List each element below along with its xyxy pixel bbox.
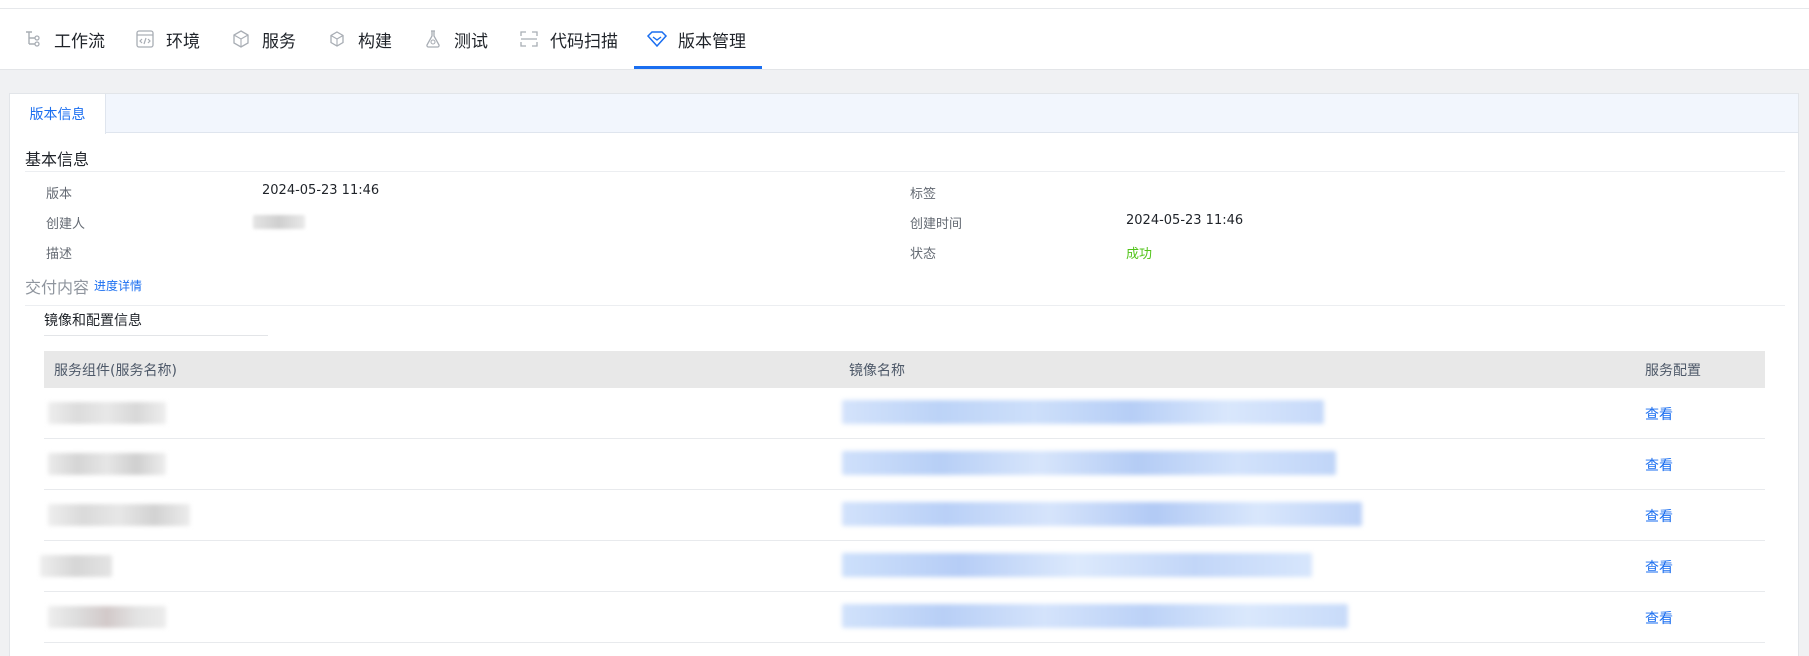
workflow-icon [22,28,44,50]
column-header-service: 服务组件(服务名称) [54,363,177,379]
nav-tab-environment[interactable]: 环境 [134,9,200,69]
table-row: 查看 [44,388,1765,439]
table-row: 查看 [44,490,1765,541]
divider [25,171,1785,172]
image-config-subtitle: 镜像和配置信息 [44,313,142,329]
nav-tab-label: 服务 [262,31,296,52]
nav-tab-code-scan[interactable]: 代码扫描 [518,9,618,69]
version-value: 2024-05-23 11:46 [262,183,380,198]
status-value: 成功 [1126,247,1153,262]
code-window-icon [134,28,156,50]
table-header: 服务组件(服务名称) 镜像名称 服务配置 [44,351,1765,388]
diamond-icon [646,28,668,50]
nav-tab-label: 环境 [166,31,200,52]
active-tab-indicator [634,66,762,69]
service-name-redacted [48,504,190,526]
nav-tab-workflow[interactable]: 工作流 [22,9,105,69]
version-label: 版本 [46,187,73,202]
column-header-config: 服务配置 [1645,363,1701,379]
module-nav: 工作流 环境 服务 构建 测试 代码扫描 版本管理 [0,9,1809,70]
view-config-link[interactable]: 查看 [1645,608,1673,628]
table-row: 查看 [44,592,1765,643]
nav-tab-test[interactable]: 测试 [422,9,488,69]
cube-icon [326,28,348,50]
nav-tab-build[interactable]: 构建 [326,9,392,69]
image-name-redacted [842,502,1362,526]
view-config-link[interactable]: 查看 [1645,455,1673,475]
nav-tab-label: 代码扫描 [550,31,618,52]
image-name-redacted [842,451,1336,475]
nav-tab-label: 版本管理 [678,31,746,52]
status-label: 状态 [910,247,937,262]
service-name-redacted [48,453,166,475]
creator-value-redacted [253,215,305,229]
image-config-table: 服务组件(服务名称) 镜像名称 服务配置 查看 查看 查看 查看 查看 [40,351,1765,643]
view-config-link[interactable]: 查看 [1645,506,1673,526]
cube-cluster-icon [230,28,252,50]
table-row: 查看 [40,541,1765,592]
progress-detail-link[interactable]: 进度详情 [94,277,142,294]
service-name-redacted [48,606,166,628]
version-detail-card: 版本信息 基本信息 版本 2024-05-23 11:46 标签 创建人 创建时… [9,93,1799,656]
image-name-redacted [842,604,1348,628]
created-time-label: 创建时间 [910,217,963,232]
nav-tab-label: 测试 [454,31,488,52]
basic-info-title: 基本信息 [25,150,90,169]
nav-tab-service[interactable]: 服务 [230,9,296,69]
description-label: 描述 [46,247,73,262]
service-name-redacted [40,555,112,577]
tag-label: 标签 [910,187,937,202]
nav-tab-label: 构建 [358,31,392,52]
image-name-redacted [842,553,1312,577]
created-time-value: 2024-05-23 11:46 [1126,213,1244,228]
subtitle-underline [44,335,268,336]
scan-icon [518,28,540,50]
view-config-link[interactable]: 查看 [1645,404,1673,424]
delivery-title: 交付内容 [25,278,90,297]
view-config-link[interactable]: 查看 [1645,557,1673,577]
detail-tabbar: 版本信息 [10,94,1798,134]
image-name-redacted [842,400,1324,424]
flask-icon [422,28,444,50]
table-row: 查看 [44,439,1765,490]
tab-version-info[interactable]: 版本信息 [10,94,106,134]
nav-tab-label: 工作流 [54,31,105,52]
creator-label: 创建人 [46,217,86,232]
top-strip [0,0,1809,9]
column-header-image: 镜像名称 [849,363,905,379]
nav-tab-version-management[interactable]: 版本管理 [646,9,746,69]
service-name-redacted [48,402,166,424]
divider [25,305,1785,306]
